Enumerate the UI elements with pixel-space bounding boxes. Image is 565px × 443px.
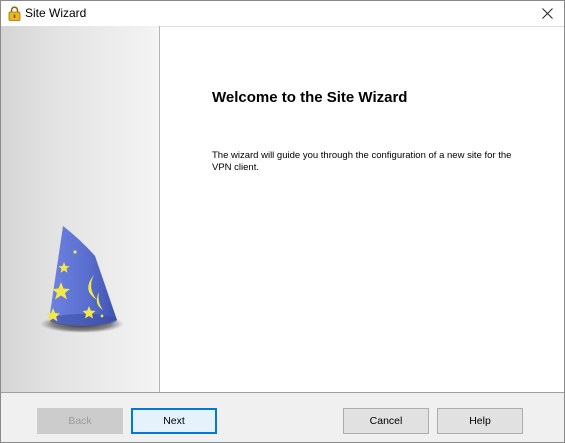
next-button[interactable]: Next	[131, 408, 217, 434]
content-panel: Welcome to the Site Wizard The wizard wi…	[160, 27, 564, 392]
button-bar: Back Next Cancel Help	[1, 393, 564, 442]
help-button[interactable]: Help	[437, 408, 523, 434]
padlock-icon	[8, 6, 21, 21]
window-title: Site Wizard	[25, 6, 87, 20]
page-title: Welcome to the Site Wizard	[212, 89, 408, 106]
back-button[interactable]: Back	[37, 408, 123, 434]
wizard-hat-icon	[40, 226, 124, 333]
close-button[interactable]	[530, 1, 564, 26]
site-wizard-window: Site Wizard Welcome to the Site Wizard T…	[0, 0, 565, 443]
cancel-button[interactable]: Cancel	[343, 408, 429, 434]
wizard-description: The wizard will guide you through the co…	[212, 150, 512, 173]
close-icon	[541, 8, 553, 19]
title-bar[interactable]: Site Wizard	[1, 1, 564, 26]
